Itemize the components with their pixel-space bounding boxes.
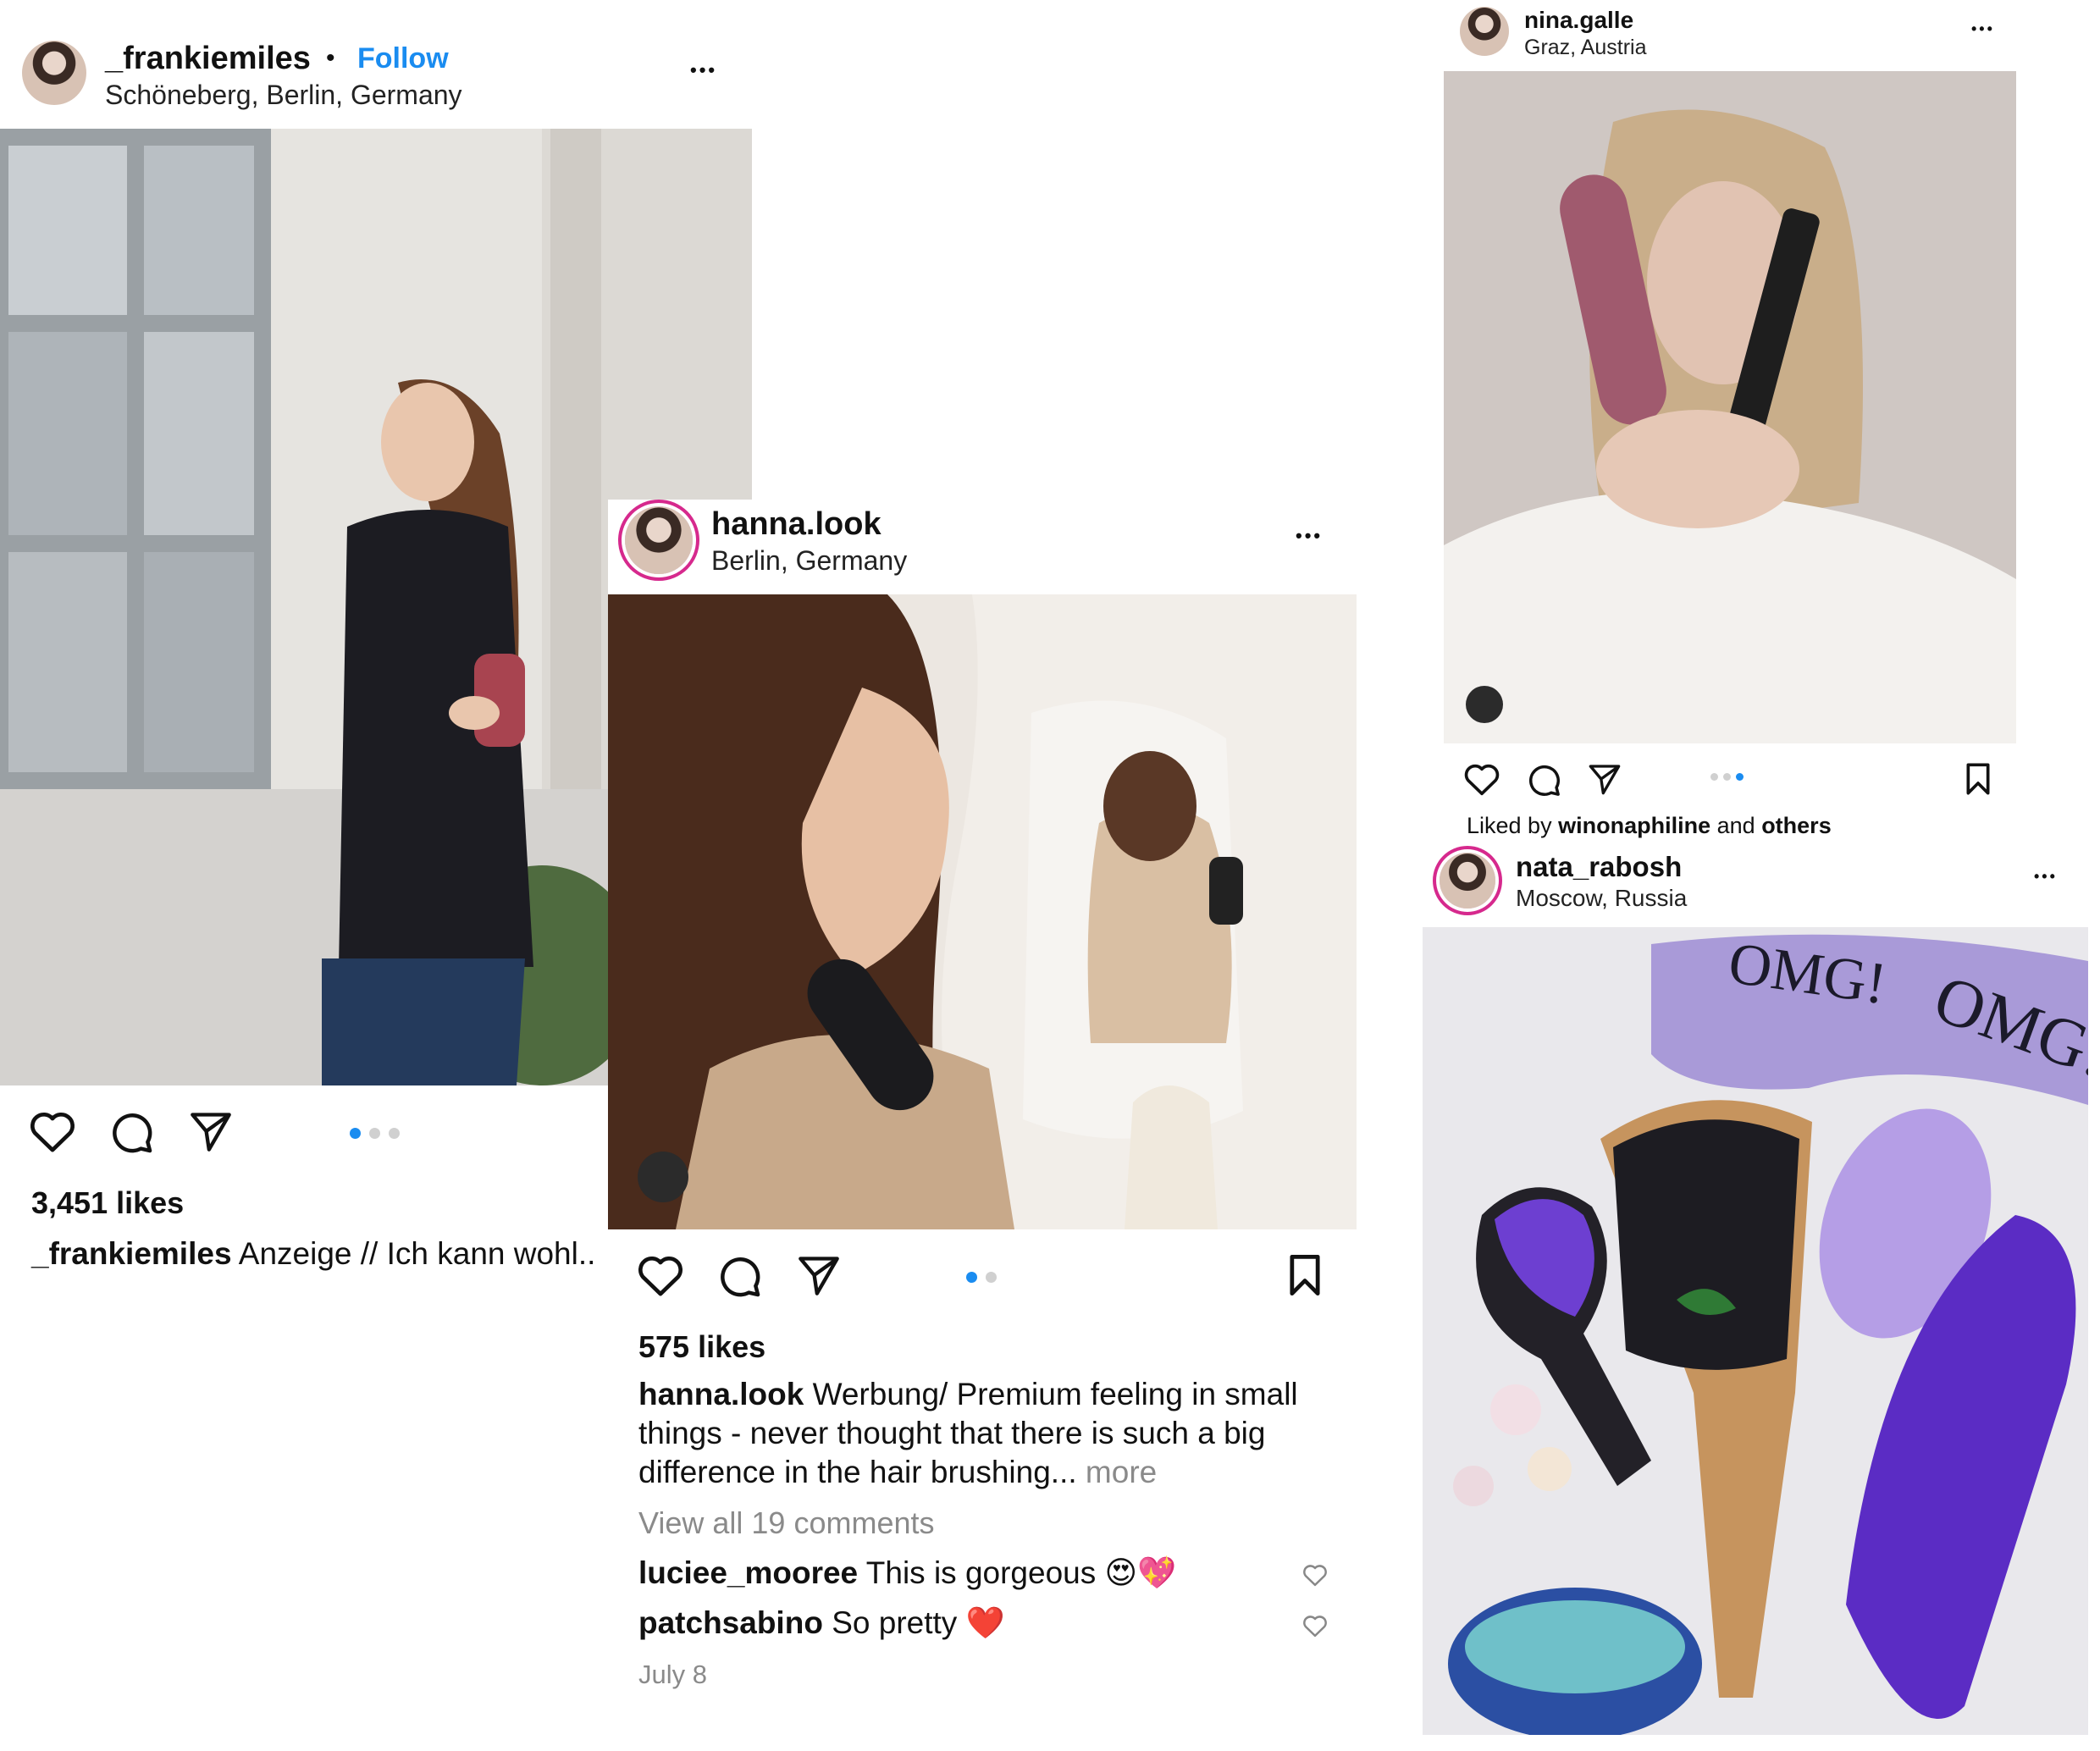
post-photo[interactable]: OMG! OMG! — [1423, 927, 2088, 1735]
comment-like-heart-icon[interactable] — [1302, 1614, 1328, 1638]
carousel-dot — [369, 1128, 380, 1139]
comment-bubble-icon[interactable] — [108, 1109, 154, 1155]
liked-by-and: and — [1716, 813, 1755, 838]
carousel-dot-active — [966, 1272, 977, 1283]
carousel-dot — [1710, 773, 1718, 781]
caption-username[interactable]: _frankiemiles — [31, 1236, 232, 1271]
location[interactable]: Graz, Austria — [1524, 36, 1647, 60]
caption: _frankiemiles Anzeige // Ich kann wohl.. — [31, 1236, 595, 1272]
caption-text: Anzeige // Ich kann wohl.. — [238, 1236, 596, 1271]
caption-username[interactable]: hanna.look — [638, 1377, 804, 1411]
share-send-icon[interactable] — [796, 1253, 842, 1297]
caption-line-3: difference in the hair brushing... more — [638, 1455, 1157, 1490]
username[interactable]: nina.galle — [1524, 7, 1633, 34]
username[interactable]: hanna.look — [711, 506, 881, 543]
comment-text: So pretty ❤️ — [832, 1605, 1005, 1640]
caption-line-1: hanna.look Werbung/ Premium feeling in s… — [638, 1377, 1298, 1412]
avatar[interactable] — [625, 506, 693, 574]
comment-bubble-icon[interactable] — [1526, 762, 1561, 798]
bookmark-save-icon[interactable] — [1285, 1253, 1324, 1297]
post-nina-galle: nina.galle Graz, Austria ••• Liked by wi… — [1440, 0, 2024, 847]
caption-text-end: difference in the hair brushing... — [638, 1455, 1077, 1489]
more-options-button[interactable]: ••• — [690, 59, 717, 81]
like-heart-icon[interactable] — [29, 1109, 76, 1153]
avatar[interactable] — [22, 41, 86, 105]
post-nata-rabosh: nata_rabosh Moscow, Russia ••• OMG! OMG! — [1423, 842, 2092, 1751]
share-send-icon[interactable] — [1587, 762, 1622, 796]
post-photo[interactable] — [1444, 71, 2016, 743]
bookmark-save-icon[interactable] — [1963, 762, 1993, 796]
liked-by: Liked by winonaphiline and others — [1467, 813, 1832, 839]
more-options-button[interactable]: ••• — [1296, 525, 1323, 547]
caption-more-link[interactable]: more — [1086, 1455, 1157, 1489]
avatar[interactable] — [1440, 853, 1495, 909]
carousel-dot — [1723, 773, 1731, 781]
liked-by-user[interactable]: winonaphiline — [1558, 813, 1710, 838]
location[interactable]: Berlin, Germany — [711, 545, 907, 577]
location[interactable]: Schöneberg, Berlin, Germany — [105, 80, 462, 111]
share-send-icon[interactable] — [188, 1109, 234, 1153]
likes-count[interactable]: 3,451 likes — [31, 1185, 184, 1221]
username[interactable]: _frankiemiles — [105, 41, 311, 77]
avatar[interactable] — [1460, 7, 1509, 56]
liked-by-prefix: Liked by — [1467, 813, 1552, 838]
location[interactable]: Moscow, Russia — [1516, 885, 1687, 912]
like-heart-icon[interactable] — [637, 1253, 684, 1297]
username[interactable]: nata_rabosh — [1516, 851, 1682, 883]
comment-row: patchsabino So pretty ❤️ — [638, 1605, 1005, 1642]
post-hanna-look: hanna.look Berlin, Germany ••• 575 likes… — [608, 500, 1358, 1719]
view-all-comments-link[interactable]: View all 19 comments — [638, 1505, 935, 1541]
more-options-button[interactable]: ••• — [1971, 20, 1995, 38]
carousel-dot — [389, 1128, 400, 1139]
carousel-dot — [986, 1272, 997, 1283]
follow-button[interactable]: Follow — [357, 42, 449, 75]
likes-count[interactable]: 575 likes — [638, 1329, 765, 1365]
carousel-indicator — [1710, 773, 1744, 781]
post-date: July 8 — [638, 1660, 707, 1689]
more-options-button[interactable]: ••• — [2034, 868, 2058, 886]
caption-text: Werbung/ Premium feeling in small — [812, 1377, 1298, 1411]
carousel-dot-active — [350, 1128, 361, 1139]
comment-username[interactable]: luciee_mooree — [638, 1555, 858, 1590]
comment-row: luciee_mooree This is gorgeous 😍💖 — [638, 1555, 1176, 1592]
carousel-dot-active — [1736, 773, 1744, 781]
separator-dot: • — [326, 44, 335, 72]
comment-username[interactable]: patchsabino — [638, 1605, 823, 1640]
comment-text: This is gorgeous 😍💖 — [865, 1555, 1177, 1590]
like-heart-icon[interactable] — [1463, 762, 1500, 796]
carousel-indicator — [350, 1128, 400, 1139]
comment-bubble-icon[interactable] — [716, 1253, 762, 1299]
carousel-indicator — [966, 1272, 997, 1283]
post-photo[interactable] — [608, 594, 1357, 1229]
caption-line-2: things - never thought that there is suc… — [638, 1416, 1266, 1450]
comment-like-heart-icon[interactable] — [1302, 1563, 1328, 1587]
liked-by-others[interactable]: others — [1761, 813, 1832, 838]
